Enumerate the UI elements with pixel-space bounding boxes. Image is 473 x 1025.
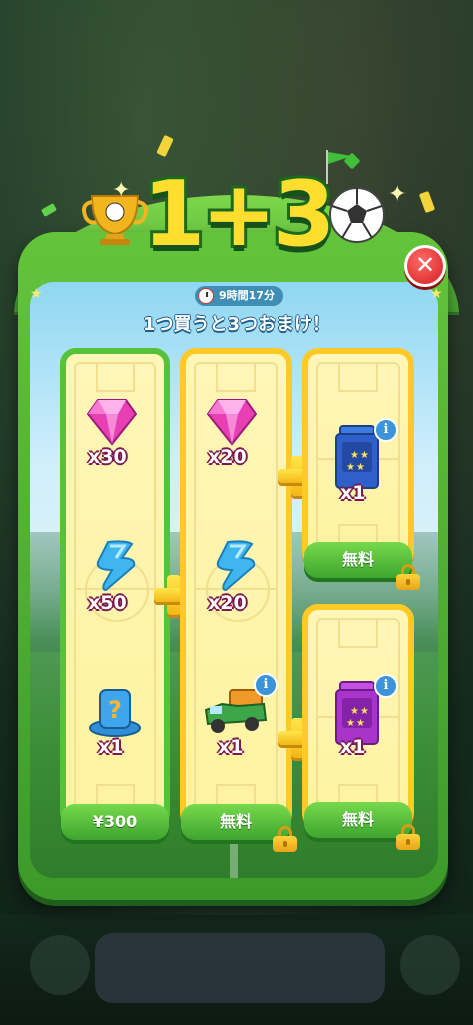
title-text: 1+3 [140,162,339,268]
svg-text:★: ★ [346,462,355,473]
info-icon[interactable]: i [374,418,398,442]
item-quantity: x1 [218,736,244,758]
star-icon: ★ [30,286,43,302]
gem-icon [206,399,258,446]
svg-text:★: ★ [360,706,369,717]
item-quantity: x50 [88,592,127,614]
timer-text: 9時間17分 [219,289,275,302]
item-quantity: x20 [208,446,247,468]
close-button[interactable]: ✕ [404,245,446,287]
svg-text:?: ? [108,696,122,724]
item-quantity: x1 [340,736,366,758]
clock-icon [198,288,214,304]
lightning-icon [216,540,256,592]
item-quantity: x20 [208,592,247,614]
svg-text:★: ★ [356,718,365,729]
close-icon: ✕ [414,251,436,279]
svg-text:★: ★ [346,718,355,729]
item-quantity: x1 [340,482,366,504]
gem-icon [86,399,138,446]
svg-text:★: ★ [350,706,359,717]
lock-icon [273,826,297,852]
offer-subtitle: 1つ買うと3つおまけ！ [142,314,331,335]
item-quantity: x30 [88,446,127,468]
info-icon[interactable]: i [254,673,278,697]
mystery-hat-icon: ? [89,689,141,737]
svg-text:★: ★ [356,462,365,473]
sparkle-icon: ✦ [388,182,407,207]
lightning-icon [96,540,136,592]
svg-text:★: ★ [360,450,369,461]
lock-icon [396,824,420,850]
svg-text:★: ★ [350,450,359,461]
offer-title: 1+3 [132,162,342,275]
blurred-bottom-bar [0,915,473,1025]
sparkle-icon: ✦ [112,178,131,203]
timer-badge: 9時間17分 [195,286,283,306]
buy-button[interactable]: ¥300 [61,804,169,840]
lock-icon [396,564,420,590]
blue-card-pack-icon: ★ ★ ★ ★ [335,425,379,489]
item-quantity: x1 [98,736,124,758]
star-icon: ★ [430,286,443,302]
info-icon[interactable]: i [374,674,398,698]
